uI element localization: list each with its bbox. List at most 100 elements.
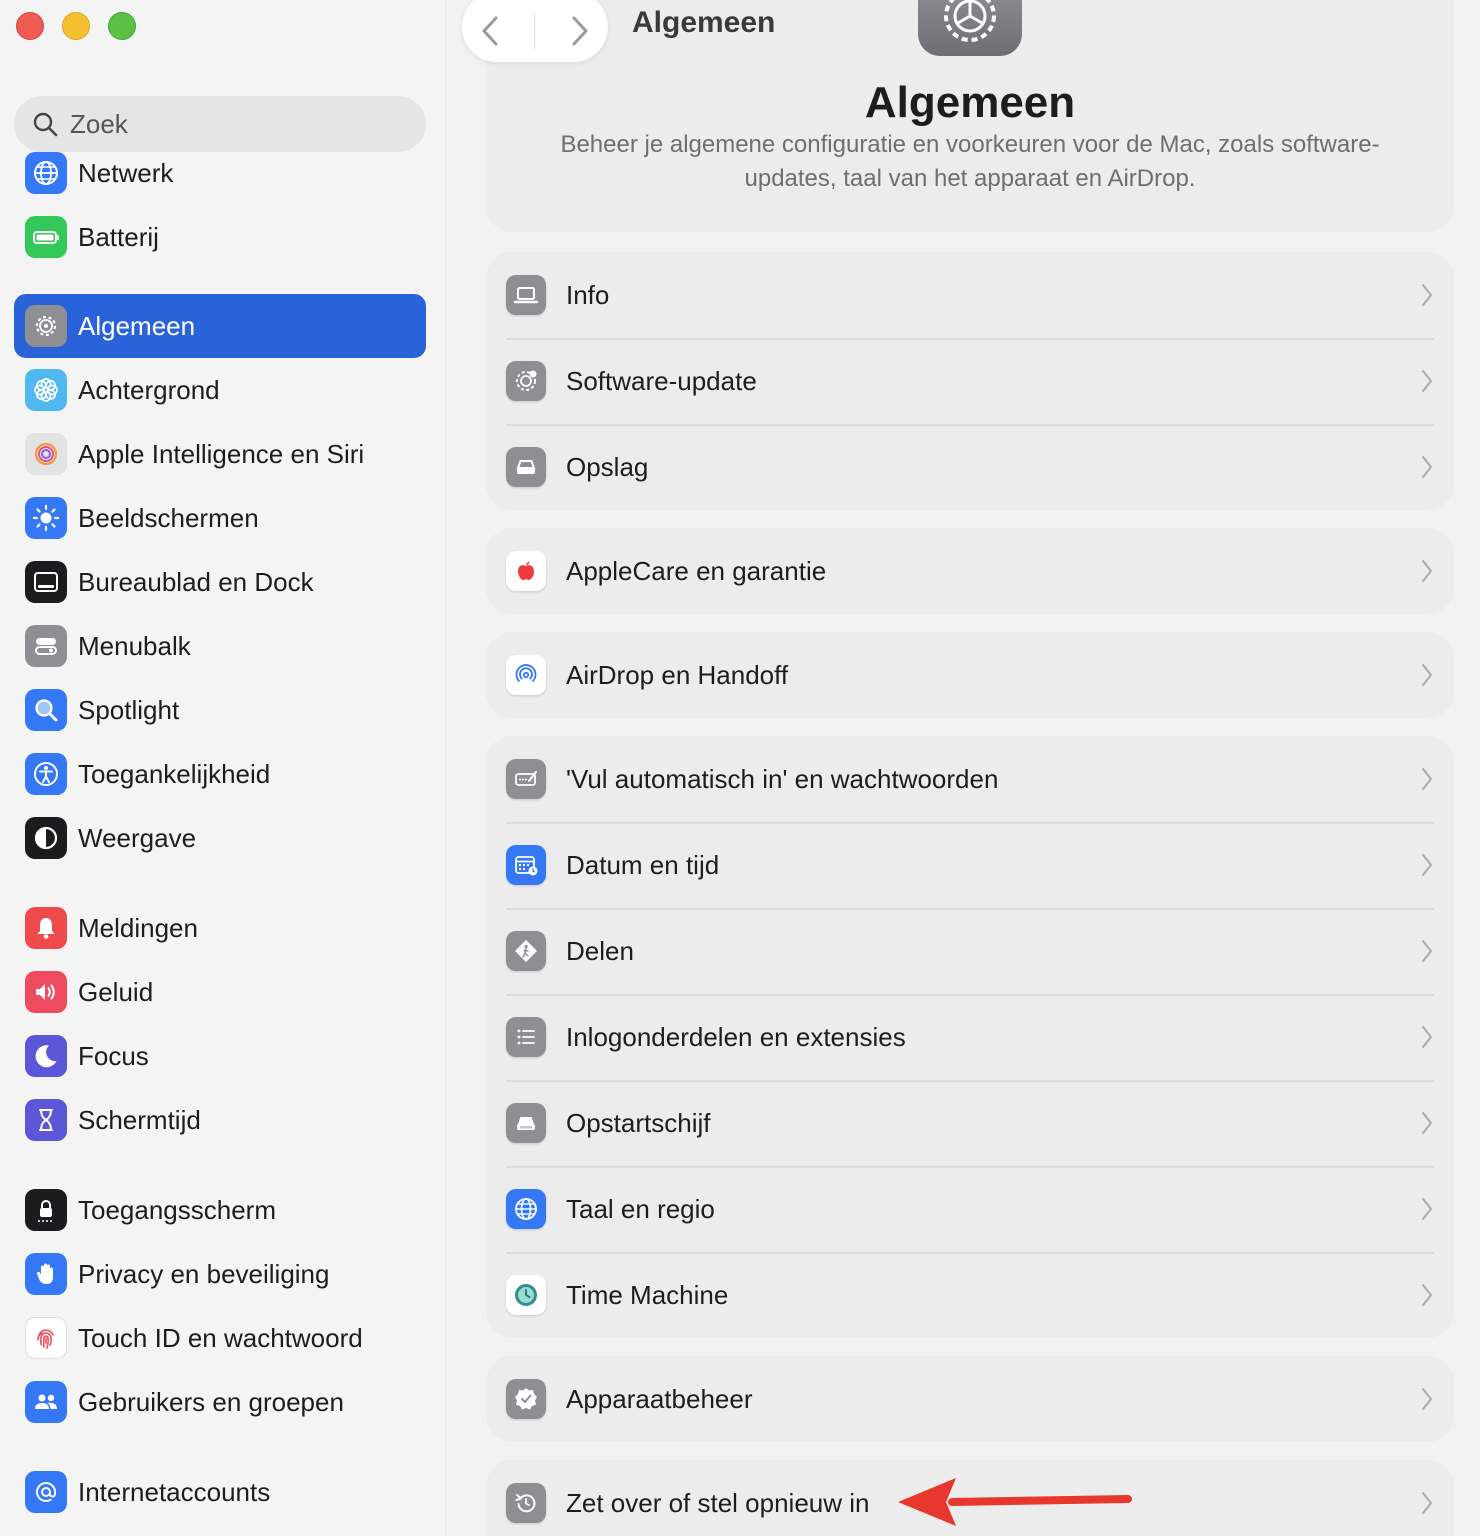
gear-badge-icon (506, 361, 546, 401)
sidebar-item-internetaccounts[interactable]: Internetaccounts (14, 1460, 426, 1524)
sidebar-item-label: Achtergrond (78, 374, 220, 405)
sidebar-item-gebruikers-groepen[interactable]: Gebruikers en groepen (14, 1370, 426, 1434)
sharing-icon (506, 931, 546, 971)
navigation-buttons (462, 0, 608, 62)
row-info[interactable]: Info (486, 252, 1454, 338)
row-apparaatbeheer[interactable]: Apparaatbeheer (486, 1356, 1454, 1442)
sidebar-item-schermtijd[interactable]: Schermtijd (14, 1088, 426, 1152)
sidebar-item-label: Spotlight (78, 694, 180, 725)
sidebar-item-achtergrond[interactable]: Achtergrond (14, 358, 426, 422)
battery-icon (25, 216, 67, 258)
settings-group: Apparaatbeheer (486, 1356, 1454, 1442)
sidebar-item-label: Touch ID en wachtwoord (78, 1322, 363, 1353)
sidebar-item-focus[interactable]: Focus (14, 1024, 426, 1088)
sidebar-item-toegangsscherm[interactable]: Toegangsscherm (14, 1178, 426, 1242)
sidebar-item-label: Schermtijd (78, 1104, 201, 1135)
settings-group: AppleCare en garantie (486, 528, 1454, 614)
chevron-right-icon (1421, 767, 1433, 791)
gear-icon (918, 0, 1022, 56)
sidebar-item-label: Gebruikers en groepen (78, 1386, 344, 1417)
row-label: Apparaatbeheer (566, 1383, 753, 1414)
sidebar-item-algemeen[interactable]: Algemeen (14, 294, 426, 358)
apple-icon (506, 551, 546, 591)
sidebar-item-label: Weergave (78, 822, 197, 853)
row-label: Software-update (566, 365, 757, 396)
sidebar-item-menubalk[interactable]: Menubalk (14, 614, 426, 678)
at-icon (25, 1471, 67, 1513)
row-taal-regio[interactable]: Taal en regio (486, 1166, 1454, 1252)
sidebar-item-label: Batterij (78, 221, 159, 252)
row-autofill-passwords[interactable]: 'Vul automatisch in' en wachtwoorden (486, 736, 1454, 822)
sidebar-item-label: Apple Intelligence en Siri (78, 438, 365, 469)
users-icon (25, 1381, 67, 1423)
main-content: Algemeen Algemeen Beheer je algemene con… (446, 0, 1480, 1536)
settings-group: Info Software-update Opslag (486, 252, 1454, 510)
sidebar-item-beeldschermen[interactable]: Beeldschermen (14, 486, 426, 550)
badge-check-icon (506, 1379, 546, 1419)
sidebar-item-label: Internetaccounts (78, 1476, 271, 1507)
list-icon (506, 1017, 546, 1057)
autofill-icon (506, 759, 546, 799)
row-label: Datum en tijd (566, 849, 720, 880)
sidebar-item-toegankelijkheid[interactable]: Toegankelijkheid (14, 742, 426, 806)
reset-icon (506, 1483, 546, 1523)
sidebar-item-label: Menubalk (78, 630, 191, 661)
row-inlogonderdelen-extensies[interactable]: Inlogonderdelen en extensies (486, 994, 1454, 1080)
row-label: Inlogonderdelen en extensies (566, 1021, 906, 1052)
back-chevron-icon[interactable] (479, 14, 501, 48)
row-software-update[interactable]: Software-update (486, 338, 1454, 424)
row-opstartschijf[interactable]: Opstartschijf (486, 1080, 1454, 1166)
row-label: AirDrop en Handoff (566, 659, 789, 690)
accessibility-icon (25, 753, 67, 795)
sidebar-item-label: Focus (78, 1040, 149, 1071)
row-label: Opstartschijf (566, 1107, 711, 1138)
globe-icon (506, 1189, 546, 1229)
sidebar-item-label: Netwerk (78, 157, 174, 188)
magnifier-icon (25, 689, 67, 731)
window-controls (16, 12, 136, 40)
sidebar-item-touch-id[interactable]: Touch ID en wachtwoord (14, 1306, 426, 1370)
sidebar-item-label: Bureaublad en Dock (78, 566, 314, 597)
sidebar-item-meldingen[interactable]: Meldingen (14, 896, 426, 960)
sidebar-item-weergave[interactable]: Weergave (14, 806, 426, 870)
chevron-right-icon (1421, 1387, 1433, 1411)
lock-icon (25, 1189, 67, 1231)
chevron-right-icon (1421, 939, 1433, 963)
sidebar-item-apple-intelligence-siri[interactable]: Apple Intelligence en Siri (14, 422, 426, 486)
nav-divider (534, 13, 536, 49)
page-title: Algemeen (864, 78, 1076, 127)
sidebar-item-label: Meldingen (78, 912, 198, 943)
zoom-window-button[interactable] (108, 12, 136, 40)
settings-group: 'Vul automatisch in' en wachtwoorden Dat… (486, 736, 1454, 1338)
row-applecare[interactable]: AppleCare en garantie (486, 528, 1454, 614)
dock-icon (25, 561, 67, 603)
minimize-window-button[interactable] (62, 12, 90, 40)
chevron-right-icon (1421, 663, 1433, 687)
annotation-arrow-icon (898, 1478, 1132, 1526)
row-label: Zet over of stel opnieuw in (566, 1487, 870, 1518)
row-label: 'Vul automatisch in' en wachtwoorden (566, 763, 999, 794)
close-window-button[interactable] (16, 12, 44, 40)
forward-chevron-icon[interactable] (569, 14, 591, 48)
row-delen[interactable]: Delen (486, 908, 1454, 994)
row-time-machine[interactable]: Time Machine (486, 1252, 1454, 1338)
chevron-right-icon (1421, 369, 1433, 393)
hourglass-icon (25, 1099, 67, 1141)
sidebar-item-privacy-beveiliging[interactable]: Privacy en beveiliging (14, 1242, 426, 1306)
sidebar-item-batterij[interactable]: Batterij (14, 205, 426, 269)
sidebar-item-spotlight[interactable]: Spotlight (14, 678, 426, 742)
sidebar-item-bureaublad-dock[interactable]: Bureaublad en Dock (14, 550, 426, 614)
row-datum-tijd[interactable]: Datum en tijd (486, 822, 1454, 908)
sidebar-item-geluid[interactable]: Geluid (14, 960, 426, 1024)
chevron-right-icon (1421, 1111, 1433, 1135)
bell-icon (25, 907, 67, 949)
row-label: Time Machine (566, 1279, 729, 1310)
chevron-right-icon (1421, 559, 1433, 583)
row-airdrop-handoff[interactable]: AirDrop en Handoff (486, 632, 1454, 718)
chevron-right-icon (1421, 1283, 1433, 1307)
speaker-icon (25, 971, 67, 1013)
search-input[interactable] (70, 108, 370, 140)
row-label: Taal en regio (566, 1193, 715, 1224)
sidebar-item-netwerk[interactable]: Netwerk (14, 141, 426, 205)
row-opslag[interactable]: Opslag (486, 424, 1454, 510)
